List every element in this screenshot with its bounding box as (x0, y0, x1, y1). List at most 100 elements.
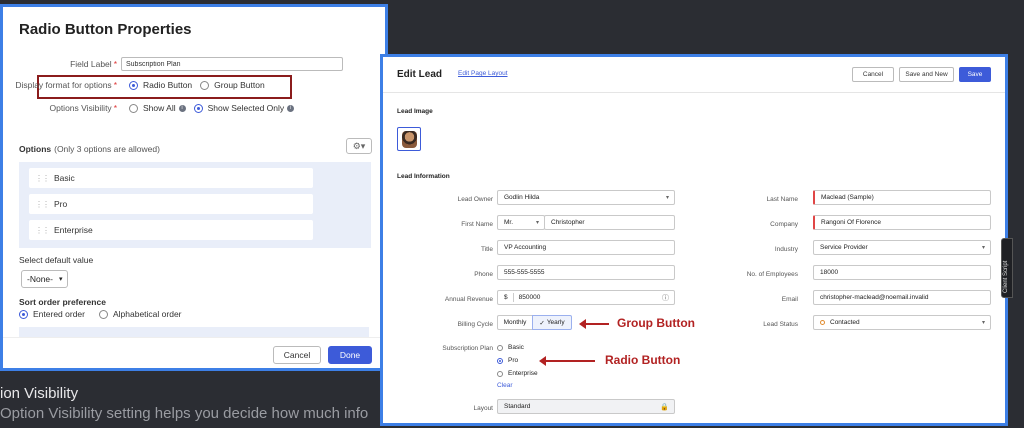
status-dot-icon (820, 320, 825, 325)
title-label: Title (480, 246, 493, 253)
field-label-input[interactable] (121, 57, 343, 71)
display-format-label: Display format for options * (15, 80, 117, 90)
client-script-tab[interactable]: Client Script (1001, 238, 1013, 298)
drag-handle-icon[interactable]: ⋮⋮ (35, 226, 50, 235)
option-item[interactable]: ⋮⋮ Enterprise (29, 220, 313, 240)
currency-symbol: $ (504, 294, 508, 301)
last-name-input[interactable]: Maclead (Sample) (813, 190, 991, 205)
radio-unselected-icon (129, 103, 138, 113)
default-value-select[interactable]: -None- ▾ (21, 270, 68, 288)
radio-selected-icon (19, 309, 28, 319)
email-label: Email (781, 296, 798, 303)
options-visibility-label: Options Visibility * (49, 103, 117, 113)
options-subtitle: (Only 3 options are allowed) (54, 144, 160, 154)
phone-label: Phone (474, 271, 493, 278)
first-name-input[interactable]: Christopher (544, 215, 675, 230)
show-all-option[interactable]: Show All i (129, 103, 186, 113)
options-title: Options (19, 144, 52, 154)
radio-selected-icon (193, 103, 203, 113)
save-button[interactable]: Save (959, 67, 991, 82)
check-icon: ✓ (539, 319, 545, 327)
chevron-down-icon: ▾ (58, 276, 63, 283)
info-icon[interactable]: i (178, 104, 186, 112)
radio-unselected-icon (497, 344, 503, 351)
show-selected-option[interactable]: Show Selected Only i (193, 103, 295, 113)
save-and-new-button[interactable]: Save and New (899, 67, 954, 82)
gear-icon[interactable]: ⚙▾ (346, 138, 372, 154)
title-input[interactable]: VP Accounting (497, 240, 675, 255)
chevron-down-icon: ▾ (981, 245, 985, 251)
alphabetical-order-option[interactable]: Alphabetical order (98, 309, 182, 319)
clear-link[interactable]: Clear (497, 382, 513, 389)
avatar-photo (402, 131, 417, 148)
salutation-select[interactable]: Mr. ▾ (497, 215, 545, 230)
cancel-button[interactable]: Cancel (273, 346, 321, 364)
dialog-title: Radio Button Properties (19, 21, 192, 38)
lead-owner-select[interactable]: Godlin Hilda ▾ (497, 190, 675, 205)
industry-label: Industry (774, 246, 798, 253)
drag-handle-icon[interactable]: ⋮⋮ (35, 200, 50, 209)
field-label-row: Field Label * (3, 57, 343, 71)
radio-button-option[interactable]: Radio Button (129, 80, 192, 90)
option-item[interactable]: ⋮⋮ Pro (29, 194, 313, 214)
plan-basic-option[interactable]: Basic (497, 344, 524, 351)
edit-lead-page: Edit Lead Edit Page Layout Cancel Save a… (380, 54, 1008, 426)
lead-owner-label: Lead Owner (457, 196, 493, 203)
layout-label: Layout (473, 405, 493, 412)
options-list: ⋮⋮ Basic ⋮⋮ Pro ⋮⋮ Enterprise (19, 162, 371, 248)
options-visibility-row: Options Visibility * Show All i Show Selec… (3, 103, 295, 113)
chevron-down-icon: ▾ (665, 195, 669, 201)
sort-order-label: Sort order preference (19, 297, 106, 307)
annual-revenue-label: Annual Revenue (444, 296, 493, 303)
background-heading: ion Visibility (0, 385, 79, 402)
annual-revenue-input[interactable]: $850000 ⓘ (497, 290, 675, 305)
display-format-row: Display format for options * Radio Button… (3, 80, 265, 90)
yearly-button[interactable]: ✓ Yearly (532, 315, 572, 330)
background-text: Option Visibility setting helps you deci… (0, 405, 369, 422)
cancel-button[interactable]: Cancel (852, 67, 894, 82)
employees-input[interactable]: 18000 (813, 265, 991, 280)
lead-status-select[interactable]: Contacted ▾ (813, 315, 991, 330)
lead-status-label: Lead Status (763, 321, 798, 328)
radio-button-properties-dialog: Radio Button Properties Field Label* Dis… (0, 4, 388, 371)
options-header: Options (Only 3 options are allowed) ⚙▾ (19, 138, 372, 154)
lead-image-heading: Lead Image (397, 108, 433, 115)
option-item[interactable]: ⋮⋮ Basic (29, 168, 313, 188)
plan-pro-option[interactable]: Pro (497, 357, 518, 364)
chevron-down-icon: ▾ (535, 220, 539, 226)
company-label: Company (770, 221, 798, 228)
radio-selected-icon (497, 357, 503, 364)
annotation-arrow (539, 356, 595, 366)
divider (383, 92, 1005, 93)
edit-page-layout-link[interactable]: Edit Page Layout (458, 70, 508, 77)
phone-input[interactable]: 555-555-5555 (497, 265, 675, 280)
group-button-option[interactable]: Group Button (200, 80, 265, 90)
radio-unselected-icon (98, 309, 108, 319)
email-input[interactable]: christopher-maclead@noemail.invalid (813, 290, 991, 305)
first-name-label: First Name (461, 221, 493, 228)
sort-order-row: Entered order Alphabetical order (19, 309, 182, 319)
radio-selected-icon (129, 80, 138, 90)
annotation-arrow (579, 319, 609, 329)
drag-handle-icon[interactable]: ⋮⋮ (35, 174, 50, 183)
radio-unselected-icon (497, 370, 503, 377)
subscription-plan-label: Subscription Plan (442, 345, 493, 352)
radio-button-annotation: Radio Button (605, 353, 681, 367)
field-label-label: Field Label * (70, 59, 117, 69)
layout-field: Standard 🔒 (497, 399, 675, 414)
info-icon[interactable]: i (287, 104, 295, 112)
page-title: Edit Lead (397, 69, 443, 80)
last-name-label: Last Name (766, 196, 798, 203)
monthly-button[interactable]: Monthly (497, 315, 533, 330)
industry-select[interactable]: Service Provider ▾ (813, 240, 991, 255)
entered-order-option[interactable]: Entered order (19, 309, 85, 319)
info-icon[interactable]: ⓘ (662, 293, 669, 303)
chevron-down-icon: ▾ (981, 320, 985, 326)
radio-unselected-icon (200, 80, 210, 90)
lead-avatar[interactable] (397, 127, 421, 151)
done-button[interactable]: Done (328, 346, 372, 364)
lead-information-heading: Lead Information (397, 173, 450, 180)
company-input[interactable]: Rangoni Of Florence (813, 215, 991, 230)
plan-enterprise-option[interactable]: Enterprise (497, 370, 538, 377)
group-button-annotation: Group Button (617, 316, 695, 330)
